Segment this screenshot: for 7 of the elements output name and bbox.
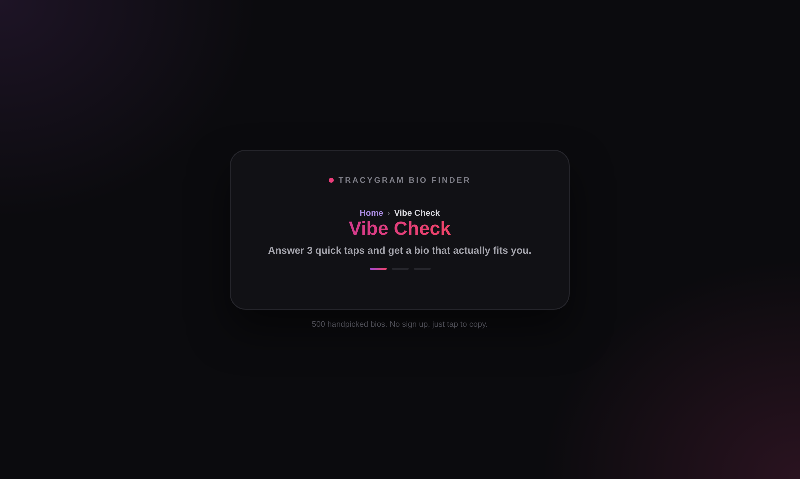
subtitle: Answer 3 quick taps and get a bio that actually fits you. xyxy=(268,246,532,257)
breadcrumb-current: Vibe Check xyxy=(394,208,440,218)
brand-label: TRACYGRAM BIO FINDER xyxy=(338,176,472,185)
breadcrumb-home-link[interactable]: Home xyxy=(360,208,384,218)
footer-note: 500 handpicked bios. No sign up, just tap to copy. xyxy=(312,320,488,329)
breadcrumb-separator: › xyxy=(388,208,390,218)
dot-icon xyxy=(328,178,334,183)
